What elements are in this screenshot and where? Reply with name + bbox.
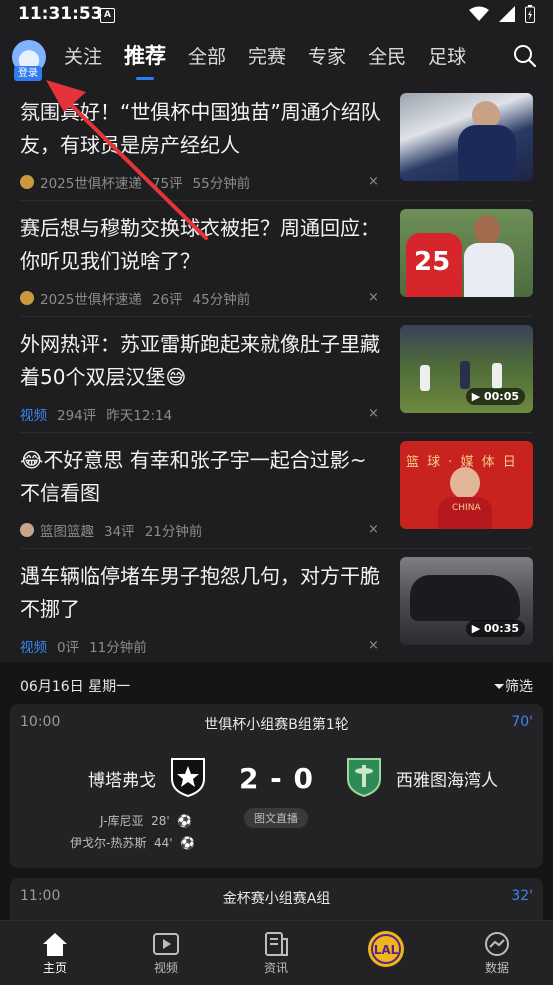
close-icon[interactable]: × <box>368 174 379 189</box>
close-icon[interactable]: × <box>368 406 379 421</box>
video-thumbnail[interactable]: ▶ 00:35 <box>400 557 533 645</box>
video-duration: ▶ 00:05 <box>465 388 525 405</box>
news-meta: 视频 294评 昨天12:14 <box>20 404 182 424</box>
filter-icon: ⏷ <box>493 679 505 695</box>
away-team: 西雅图海湾人 <box>396 771 498 791</box>
tab-follow[interactable]: 关注 <box>64 42 102 70</box>
news-item[interactable]: 外网热评：苏亚雷斯跑起来就像肚子里藏着50个双层汉堡😅 视频 294评 昨天12… <box>0 322 553 438</box>
clock: 11:31:53 <box>18 4 103 24</box>
news-item[interactable]: 赛后想与穆勒交换球衣被拒？周通回应：你听见我们说啥了？ 2025世俱杯速递 26… <box>0 206 553 322</box>
news-time: 21分钟前 <box>144 524 203 540</box>
news-comments: 0评 <box>57 640 80 656</box>
match-minute: 32' <box>511 888 533 904</box>
login-badge[interactable]: 登录 <box>14 66 42 81</box>
news-meta: 2025世俱杯速递 75评 55分钟前 <box>20 172 260 192</box>
search-icon[interactable] <box>513 44 537 68</box>
news-title[interactable]: 😂不好意思 有幸和张子宇一起合过影~不信看图 <box>20 444 386 510</box>
nav-data[interactable]: 数据 <box>467 931 527 976</box>
divider <box>20 432 533 433</box>
source-icon <box>20 523 34 537</box>
match-league: 金杯赛小组赛A组 <box>222 891 331 907</box>
ball-icon: ⚽ <box>177 814 193 828</box>
jersey-text: CHINA <box>452 503 481 513</box>
nav-lakers[interactable]: LAL <box>356 929 416 971</box>
tab-experts[interactable]: 专家 <box>308 42 346 70</box>
news-time: 55分钟前 <box>192 176 251 192</box>
source-icon <box>20 175 34 189</box>
home-icon <box>43 933 67 956</box>
news-time: 11分钟前 <box>89 640 147 656</box>
tab-finished[interactable]: 完赛 <box>248 42 286 70</box>
news-meta: 2025世俱杯速递 26评 45分钟前 <box>20 288 260 308</box>
news-thumbnail[interactable]: 篮 球 · 媒 体 日 CHINA <box>400 441 533 529</box>
video-icon <box>153 933 179 955</box>
video-duration: ▶ 00:35 <box>465 620 525 637</box>
nav-home[interactable]: 主页 <box>25 931 85 976</box>
tab-all[interactable]: 全部 <box>188 42 226 70</box>
top-nav: 登录 关注 推荐 全部 完赛 专家 全民 足球 <box>0 30 553 88</box>
news-title[interactable]: 氛围真好！“世俱杯中国独苗”周通介绍队友，有球员是房产经纪人 <box>20 96 386 162</box>
divider <box>20 200 533 201</box>
news-title[interactable]: 外网热评：苏亚雷斯跑起来就像肚子里藏着50个双层汉堡😅 <box>20 328 386 394</box>
lal-logo-icon: LAL <box>368 931 404 967</box>
ball-icon: ⚽ <box>180 836 196 850</box>
goal-scorer: 伊戈尔-热苏斯 44' ⚽ <box>70 836 196 850</box>
news-thumbnail[interactable]: 25 <box>400 209 533 297</box>
svg-text:LAL: LAL <box>374 943 399 957</box>
nav-video[interactable]: 视频 <box>136 931 196 976</box>
news-tag-video: 视频 <box>20 408 47 424</box>
match-league: 世俱杯小组赛B组第1轮 <box>204 717 349 733</box>
nav-news[interactable]: 资讯 <box>246 931 306 976</box>
status-bar: 11:31:53 A <box>0 0 553 30</box>
news-item[interactable]: 遇车辆临停堵车男子抱怨几句，对方干脆不挪了 视频 0评 11分钟前 × ▶ 00… <box>0 554 553 670</box>
source-icon <box>20 291 34 305</box>
tab-recommend[interactable]: 推荐 <box>124 40 166 80</box>
match-minute: 70' <box>511 714 533 730</box>
seattle-logo-icon <box>347 758 381 797</box>
news-comments: 26评 <box>151 292 183 308</box>
signal-icon <box>499 6 515 22</box>
schedule-date: 06月16日 星期一 <box>20 679 131 695</box>
filter-button[interactable]: ⏷筛选 <box>494 676 533 696</box>
news-comments: 34评 <box>104 524 135 540</box>
news-time: 昨天12:14 <box>106 408 173 424</box>
wifi-icon <box>469 6 489 21</box>
news-comments: 294评 <box>57 408 97 424</box>
channel-tabs: 关注 推荐 全部 完赛 专家 全民 足球 <box>64 40 488 80</box>
news-meta: 篮图篮趣 34评 21分钟前 <box>20 520 212 540</box>
battery-icon <box>525 5 535 23</box>
close-icon[interactable]: × <box>368 638 379 653</box>
data-icon <box>485 932 509 956</box>
news-source: 篮图篮趣 <box>40 524 94 540</box>
news-comments: 75评 <box>151 176 183 192</box>
news-tag-video: 视频 <box>20 640 47 656</box>
news-title[interactable]: 遇车辆临停堵车男子抱怨几句，对方干脆不挪了 <box>20 560 386 626</box>
close-icon[interactable]: × <box>368 522 379 537</box>
news-thumbnail[interactable] <box>400 93 533 181</box>
bottom-nav: 主页 视频 资讯 LAL 数据 <box>0 920 553 985</box>
match-card[interactable]: 10:00 世俱杯小组赛B组第1轮 70' 博塔弗戈 2 - 0 西雅图海湾人 … <box>10 704 543 868</box>
tab-football[interactable]: 足球 <box>428 42 466 70</box>
news-time: 45分钟前 <box>192 292 251 308</box>
tab-community[interactable]: 全民 <box>368 42 406 70</box>
divider <box>20 316 533 317</box>
news-item[interactable]: 氛围真好！“世俱杯中国独苗”周通介绍队友，有球员是房产经纪人 2025世俱杯速递… <box>0 90 553 206</box>
video-thumbnail[interactable]: ▶ 00:05 <box>400 325 533 413</box>
divider <box>20 548 533 549</box>
goal-scorer: J-库尼亚 28' ⚽ <box>100 814 193 828</box>
news-source: 2025世俱杯速递 <box>40 176 142 192</box>
live-text-button[interactable]: 图文直播 <box>244 808 308 828</box>
news-item[interactable]: 😂不好意思 有幸和张子宇一起合过影~不信看图 篮图篮趣 34评 21分钟前 × … <box>0 438 553 554</box>
news-source: 2025世俱杯速递 <box>40 292 142 308</box>
news-title[interactable]: 赛后想与穆勒交换球衣被拒？周通回应：你听见我们说啥了？ <box>20 212 386 278</box>
notification-a-icon: A <box>100 8 115 23</box>
close-icon[interactable]: × <box>368 290 379 305</box>
news-icon <box>265 932 288 956</box>
jersey-number: 25 <box>414 247 451 277</box>
news-meta: 视频 0评 11分钟前 <box>20 636 157 656</box>
